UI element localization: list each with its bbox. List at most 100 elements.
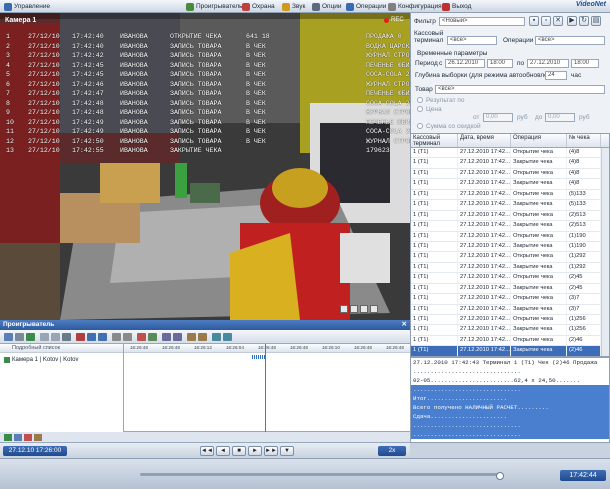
menu-player-button[interactable]: Проигрыватель — [186, 1, 243, 12]
depth-input[interactable]: 24 — [545, 71, 567, 80]
rewind-fast-button[interactable]: ◄◄ — [200, 446, 214, 456]
stop-button[interactable]: ■ — [232, 446, 246, 456]
bookmark-icon[interactable] — [187, 333, 196, 341]
table-row[interactable]: 1 (T1) 27.12.2010 17:42... Закрытие чека (4… — [411, 158, 609, 169]
sum-discount-radio[interactable] — [417, 123, 423, 129]
layout-icon[interactable] — [123, 333, 132, 341]
fullscreen-icon[interactable] — [360, 305, 368, 313]
money-to-input[interactable]: 0,00 — [545, 113, 575, 122]
search-icon[interactable] — [62, 333, 71, 341]
table-row[interactable]: 1 (T1) 27.12.2010 17:42... Закрытие чека (1… — [411, 241, 609, 253]
export-icon[interactable]: ▤ — [591, 16, 601, 26]
forward-fast-button[interactable]: ►► — [264, 446, 278, 456]
table-row[interactable]: 1 (T1) 27.12.2010 17:42... Закрытие чека (4… — [411, 179, 609, 190]
table-row[interactable]: 1 (T1) 27.12.2010 17:42... Открытие чека (4… — [411, 148, 609, 159]
record-icon[interactable] — [76, 333, 85, 341]
time-from-input[interactable]: 18:00 — [487, 59, 513, 68]
table-row[interactable]: 1 (T1) 27.12.2010 17:42... Открытие чека (2… — [411, 273, 609, 284]
cut-icon[interactable] — [40, 333, 49, 341]
goods-select[interactable]: <все> — [435, 85, 605, 94]
table-cell: 27.12.2010 17:42... — [458, 189, 511, 200]
delete-filter-icon[interactable]: ✕ — [553, 16, 563, 26]
playback-speed[interactable]: 2x — [378, 446, 406, 456]
zoom-in-icon[interactable] — [162, 333, 171, 341]
menu-operations-button[interactable]: Операции — [346, 1, 386, 12]
table-cell: (3)7 — [567, 304, 601, 314]
table-row[interactable]: 1 (T1) 27.12.2010 17:42... Закрытие чека (2… — [411, 283, 609, 295]
table-scrollbar[interactable] — [601, 148, 609, 356]
operations-select[interactable]: <все> — [535, 36, 605, 45]
add-icon[interactable] — [148, 333, 157, 341]
money-from-input[interactable]: 0,00 — [483, 113, 513, 122]
export-video-icon[interactable] — [87, 333, 96, 341]
menu-dropdown-button[interactable]: ▼ — [280, 446, 294, 456]
close-player-icon[interactable]: ✕ — [402, 320, 407, 330]
playback-datetime[interactable]: 27.12.10 17:26:00 — [3, 446, 67, 456]
timeline[interactable]: 16:26:48 16:26:48 16:26:12 16:26:04 16:26:48… — [124, 344, 410, 432]
copy-filter-icon[interactable]: ▫ — [541, 16, 551, 26]
rewind-button[interactable]: ◄ — [216, 446, 230, 456]
overlay-cell: 27/12/10 — [28, 71, 60, 78]
timeline-tick: 16:26:04 — [226, 345, 244, 350]
play-button[interactable]: ► — [248, 446, 262, 456]
col-datetime[interactable]: Дата, время — [458, 134, 511, 147]
overlay-cell: 27/12/10 — [28, 137, 60, 145]
zoom-icon[interactable] — [340, 305, 348, 313]
settings-icon[interactable] — [112, 333, 121, 341]
filter-select[interactable]: <Новый> — [439, 17, 525, 26]
play-record-icon[interactable] — [26, 333, 35, 341]
date-from-input[interactable]: 26.12.2010 — [445, 59, 485, 68]
col-receipt-no[interactable]: № чека — [567, 134, 601, 147]
map-view-icon[interactable] — [34, 434, 42, 441]
timeline-cursor[interactable] — [265, 344, 266, 432]
time-to-input[interactable]: 18:00 — [571, 59, 599, 68]
copy-icon[interactable] — [51, 333, 60, 341]
menu-security-button[interactable]: Охрана — [242, 1, 275, 12]
delete-icon[interactable] — [137, 333, 146, 341]
sync-icon[interactable] — [212, 333, 221, 341]
table-row[interactable]: 1 (T1) 27.12.2010 17:42... Открытие чека (3… — [411, 294, 609, 305]
snapshot-icon[interactable] — [350, 305, 358, 313]
open-icon[interactable] — [4, 333, 13, 341]
menu-exit-button[interactable]: Выход — [442, 1, 471, 12]
print-icon[interactable] — [98, 333, 107, 341]
table-row[interactable]: 1 (T1) 27.12.2010 17:42... Закрытие чека (3… — [411, 304, 609, 315]
table-cell: (2)513 — [567, 221, 601, 231]
table-row[interactable]: 1 (T1) 27.12.2010 17:42... Открытие чека (1… — [411, 315, 609, 326]
overlay-cell: 17:42:49 — [72, 118, 104, 126]
table-row[interactable]: 1 (T1) 27.12.2010 17:42... Закрытие чека (2… — [411, 221, 609, 232]
save-filter-icon[interactable]: ▪ — [529, 16, 539, 26]
table-row[interactable]: 1 (T1) 27.12.2010 17:42... Закрытие чека (1… — [411, 325, 609, 336]
result-radio[interactable] — [417, 97, 423, 103]
camera-view-icon[interactable] — [4, 434, 12, 441]
terminal-select[interactable]: <все> — [447, 36, 497, 45]
price-radio[interactable] — [417, 106, 423, 112]
table-row[interactable]: 1 (T1) 27.12.2010 17:42... Закрытие чека (1… — [411, 262, 609, 274]
close-video-icon[interactable] — [370, 305, 378, 313]
table-row[interactable]: 1 (T1) 27.12.2010 17:42... Закрытие чека (2… — [411, 346, 609, 356]
menu-sound-button[interactable]: Звук — [282, 1, 305, 12]
table-row[interactable]: 1 (T1) 27.12.2010 17:42... Открытие чека (2… — [411, 210, 609, 222]
menu-config-button[interactable]: Конфигурация — [388, 1, 442, 12]
menu-options-button[interactable]: Опции — [312, 1, 342, 12]
apply-filter-icon[interactable]: ▶ — [567, 16, 577, 26]
zoom-out-icon[interactable] — [173, 333, 182, 341]
col-operation[interactable]: Операция — [511, 134, 567, 147]
alarm-view-icon[interactable] — [24, 434, 32, 441]
col-terminal[interactable]: Кассовый терминал — [411, 134, 458, 147]
table-row[interactable]: 1 (T1) 27.12.2010 17:42... Открытие чека (4… — [411, 168, 609, 180]
save-icon[interactable] — [15, 333, 24, 341]
table-row[interactable]: 1 (T1) 27.12.2010 17:42... Открытие чека (2… — [411, 335, 609, 347]
refresh-icon[interactable]: ↻ — [579, 16, 589, 26]
grid-view-icon[interactable] — [14, 434, 22, 441]
table-row[interactable]: 1 (T1) 27.12.2010 17:42... Открытие чека (1… — [411, 231, 609, 242]
table-row[interactable]: 1 (T1) 27.12.2010 17:42... Открытие чека (5… — [411, 189, 609, 201]
table-row[interactable]: 1 (T1) 27.12.2010 17:42... Открытие чека (1… — [411, 252, 609, 263]
taskbar-slider-thumb[interactable] — [496, 472, 504, 480]
tree-item-camera[interactable]: Камера 1 | Kotov | Kotov — [4, 357, 78, 363]
table-row[interactable]: 1 (T1) 27.12.2010 17:42... Закрытие чека (5… — [411, 200, 609, 211]
marker-icon[interactable] — [198, 333, 207, 341]
info-icon[interactable] — [223, 333, 232, 341]
date-to-input[interactable]: 27.12.2010 — [527, 59, 569, 68]
control-menu-button[interactable]: Управление — [4, 1, 50, 12]
